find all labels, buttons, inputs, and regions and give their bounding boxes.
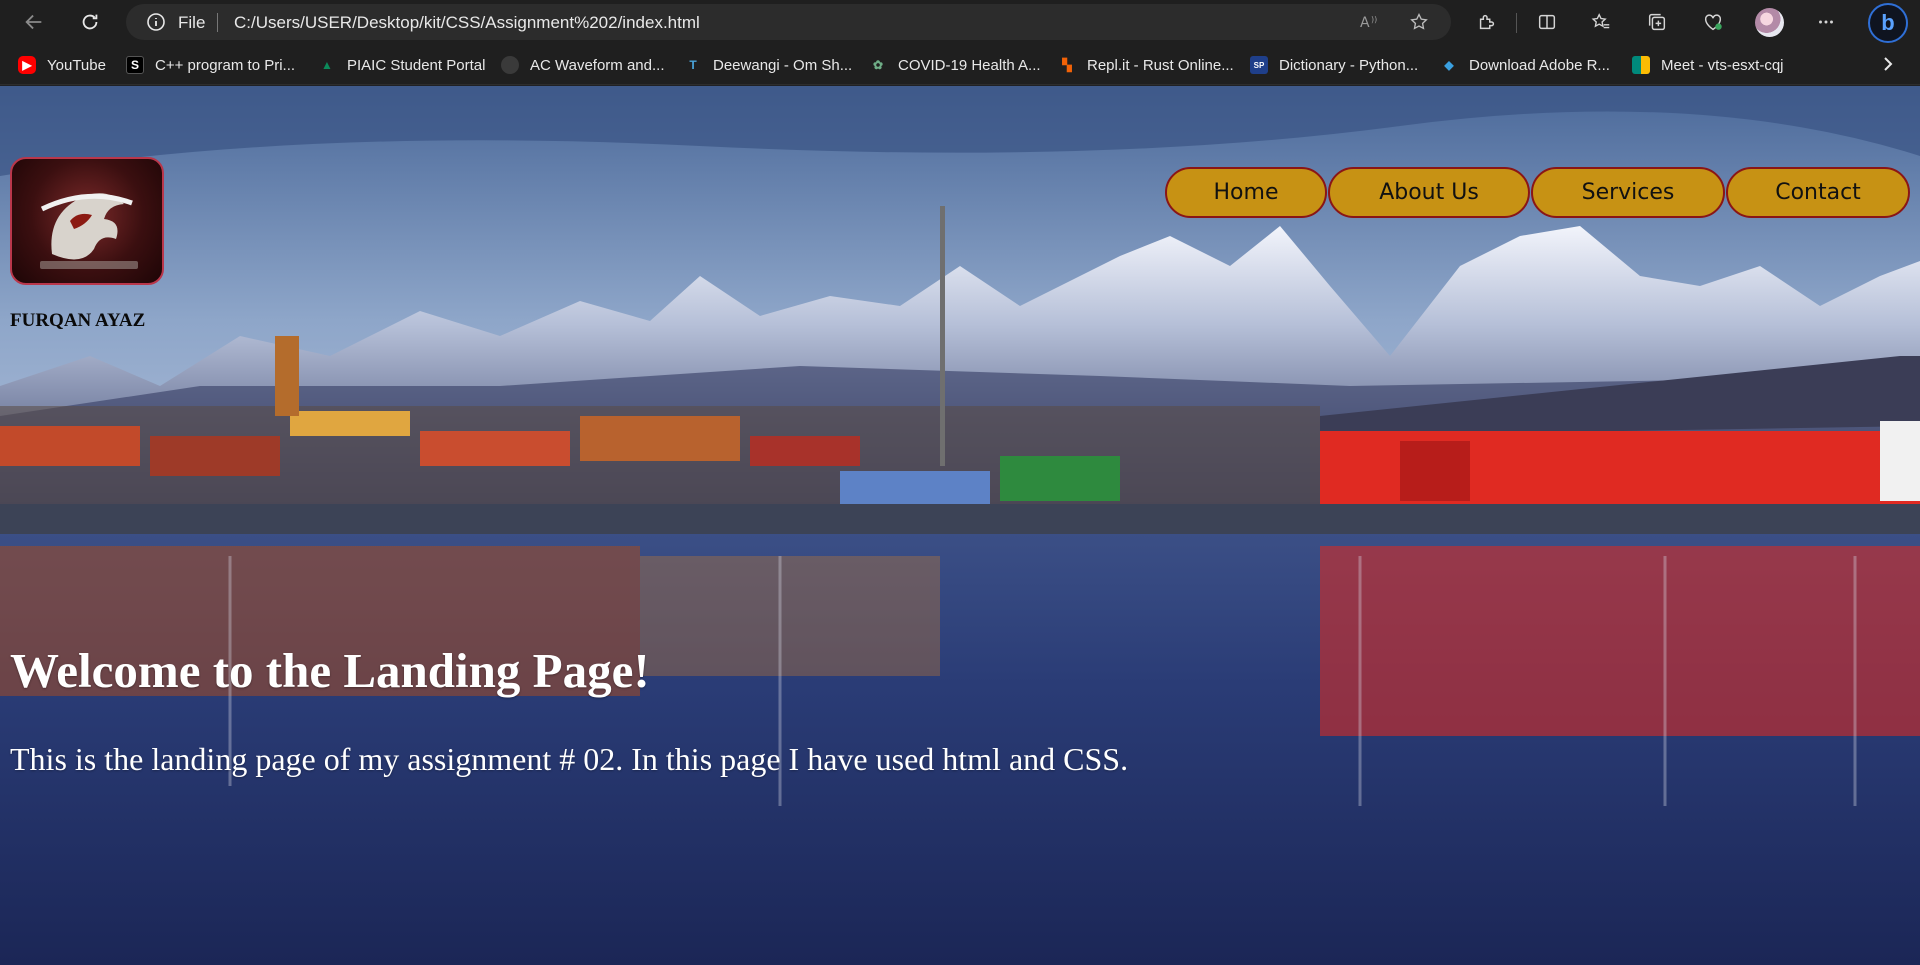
bookmark-label: Repl.it - Rust Online... bbox=[1087, 56, 1234, 74]
bookmark-label: AC Waveform and... bbox=[530, 56, 665, 74]
replit-icon: ▚ bbox=[1062, 58, 1072, 72]
more-dots-icon bbox=[1819, 20, 1833, 24]
refresh-icon bbox=[82, 14, 98, 30]
bookmark-download-adobe[interactable]: ◆ Download Adobe R... bbox=[1440, 53, 1610, 77]
bookmark-meet[interactable]: Meet - vts-esxt-cqj bbox=[1632, 53, 1784, 77]
read-aloud-icon[interactable]: A)) bbox=[1359, 12, 1381, 32]
landing-page: FURQAN AYAZ Home About Us Services Conta… bbox=[0, 86, 1920, 965]
logo-name: FURQAN AYAZ bbox=[10, 310, 146, 331]
collections-icon bbox=[1648, 13, 1666, 31]
split-screen-icon bbox=[1538, 14, 1556, 30]
lion-logo-icon bbox=[40, 193, 138, 269]
svg-text:A: A bbox=[1360, 15, 1370, 31]
bookmark-label: Meet - vts-esxt-cqj bbox=[1661, 56, 1784, 74]
bookmark-youtube[interactable]: ▶ YouTube bbox=[18, 53, 106, 77]
split-screen-button[interactable] bbox=[1531, 6, 1563, 38]
collections-button[interactable] bbox=[1641, 6, 1673, 38]
bookmark-deewangi[interactable]: T Deewangi - Om Sh... bbox=[684, 53, 852, 77]
info-icon[interactable] bbox=[146, 12, 166, 32]
toolbar-divider bbox=[1516, 13, 1517, 33]
nav-contact[interactable]: Contact bbox=[1726, 167, 1910, 218]
download-icon: ◆ bbox=[1444, 58, 1454, 72]
bookmark-cpp-program[interactable]: S C++ program to Pri... bbox=[126, 53, 295, 77]
studytonight-icon: S bbox=[126, 56, 144, 74]
site-logo[interactable] bbox=[10, 157, 164, 285]
profile-avatar[interactable] bbox=[1755, 8, 1784, 37]
bookmark-label: Deewangi - Om Sh... bbox=[713, 56, 853, 74]
bookmark-label: C++ program to Pri... bbox=[155, 56, 296, 74]
nav-about-us[interactable]: About Us bbox=[1328, 167, 1530, 218]
nav-services[interactable]: Services bbox=[1531, 167, 1725, 218]
google-meet-icon bbox=[1632, 56, 1650, 74]
browser-essentials-button[interactable] bbox=[1697, 6, 1729, 38]
arrow-left-icon bbox=[25, 14, 42, 30]
python-site-icon: SP bbox=[1250, 56, 1268, 74]
bing-copilot-icon[interactable]: b bbox=[1868, 3, 1908, 43]
browser-toolbar: File C:/Users/USER/Desktop/kit/CSS/Assig… bbox=[0, 0, 1920, 45]
bookmark-label: Dictionary - Python... bbox=[1279, 56, 1419, 74]
bookmarks-bar: ▶ YouTube S C++ program to Pri... ▲ PIAI… bbox=[0, 45, 1920, 85]
bookmark-label: PIAIC Student Portal bbox=[347, 56, 486, 74]
url-text[interactable]: C:/Users/USER/Desktop/kit/CSS/Assignment… bbox=[234, 13, 700, 33]
extensions-button[interactable] bbox=[1471, 6, 1503, 38]
bookmark-label: Download Adobe R... bbox=[1469, 56, 1610, 74]
refresh-button[interactable] bbox=[74, 6, 106, 38]
bookmark-ac-waveform[interactable]: AC Waveform and... bbox=[501, 53, 665, 77]
circle-icon bbox=[501, 56, 519, 74]
address-divider bbox=[217, 13, 218, 32]
lyrics-icon: T bbox=[689, 58, 697, 72]
bookmark-piaic[interactable]: ▲ PIAIC Student Portal bbox=[318, 53, 485, 77]
settings-menu-button[interactable] bbox=[1810, 6, 1842, 38]
address-bar[interactable]: File C:/Users/USER/Desktop/kit/CSS/Assig… bbox=[126, 4, 1451, 40]
health-icon: ✿ bbox=[872, 58, 884, 72]
bookmark-label: YouTube bbox=[47, 56, 106, 74]
bookmark-dictionary-python[interactable]: SP Dictionary - Python... bbox=[1250, 53, 1418, 77]
puzzle-icon bbox=[1479, 14, 1495, 30]
heart-pulse-icon bbox=[1704, 14, 1722, 31]
favorites-button[interactable] bbox=[1585, 6, 1617, 38]
hero-heading: Welcome to the Landing Page! bbox=[10, 643, 650, 698]
bookmark-covid[interactable]: ✿ COVID-19 Health A... bbox=[869, 53, 1041, 77]
scheme-label: File bbox=[178, 13, 206, 32]
bookmark-replit[interactable]: ▚ Repl.it - Rust Online... bbox=[1058, 53, 1234, 77]
youtube-icon: ▶ bbox=[18, 56, 36, 74]
bookmark-label: COVID-19 Health A... bbox=[898, 56, 1041, 74]
svg-text:)): )) bbox=[1371, 15, 1377, 24]
chevron-right-icon[interactable] bbox=[1878, 52, 1898, 76]
favorite-star-icon[interactable] bbox=[1408, 12, 1430, 32]
nav-home[interactable]: Home bbox=[1165, 167, 1327, 218]
piaic-icon: ▲ bbox=[321, 58, 333, 72]
favorites-list-icon bbox=[1591, 13, 1610, 29]
back-button[interactable] bbox=[18, 6, 50, 38]
hero-description: This is the landing page of my assignmen… bbox=[10, 741, 1129, 777]
